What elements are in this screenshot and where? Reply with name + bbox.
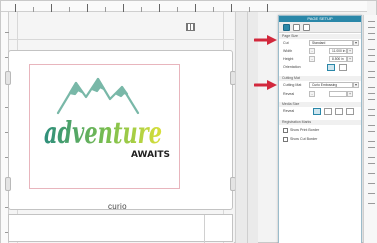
top-ruler bbox=[1, 1, 367, 12]
print-settings-icon[interactable] bbox=[303, 24, 310, 31]
cutting-mat-select[interactable]: Curio Embossing bbox=[309, 82, 353, 88]
guide-line bbox=[9, 39, 234, 40]
section-cutting-mat: Cutting Mat bbox=[279, 76, 361, 81]
section-page-size: Page Size bbox=[279, 34, 361, 39]
page-settings-icon[interactable] bbox=[283, 24, 290, 31]
media-option-icon[interactable] bbox=[313, 108, 321, 115]
show-print-border-checkbox[interactable] bbox=[283, 128, 288, 133]
bottom-mat-area bbox=[8, 214, 233, 243]
chevron-down-icon[interactable]: ▾ bbox=[353, 40, 359, 46]
row-label-cut: Cut bbox=[283, 41, 289, 45]
row-label-height: Height bbox=[283, 57, 294, 61]
row-label-media-reveal: Reveal bbox=[283, 109, 295, 113]
row-label-width: Width bbox=[283, 49, 293, 53]
show-print-border-label: Show Print Border bbox=[290, 128, 320, 132]
mat-tab bbox=[5, 177, 11, 191]
section-registration-marks: Registration Marks bbox=[279, 120, 361, 125]
cut-settings-icon[interactable] bbox=[293, 24, 300, 31]
artwork-main-word: adventure bbox=[44, 116, 162, 151]
decrease-height-button[interactable]: - bbox=[309, 56, 315, 62]
increase-reveal-button[interactable]: + bbox=[347, 91, 353, 97]
media-option-icon[interactable] bbox=[335, 108, 343, 115]
height-input[interactable]: 8.500 in bbox=[329, 56, 347, 62]
show-cut-border-label: Show Cut Border bbox=[290, 137, 318, 141]
chevron-down-icon[interactable]: ▾ bbox=[353, 82, 359, 88]
design-area[interactable]: adventure AWAITS bbox=[29, 64, 180, 189]
canvas-right-gutter bbox=[235, 12, 258, 243]
section-media-size: Media Size bbox=[279, 102, 361, 107]
decrease-width-button[interactable]: - bbox=[309, 48, 315, 54]
mountains-graphic bbox=[56, 77, 140, 115]
decrease-reveal-button[interactable]: - bbox=[309, 91, 315, 97]
media-type-select[interactable]: Standard bbox=[309, 40, 353, 46]
artwork-sub-word: AWAITS bbox=[131, 150, 170, 160]
show-cut-border-checkbox[interactable] bbox=[283, 137, 288, 142]
annotation-arrow-cutting-mat bbox=[254, 80, 277, 90]
adventure-artwork[interactable]: adventure AWAITS bbox=[30, 65, 179, 188]
media-option-icon[interactable] bbox=[324, 108, 332, 115]
reveal-input[interactable] bbox=[329, 91, 347, 97]
annotation-arrow-page-size bbox=[254, 35, 277, 45]
portrait-orientation-icon[interactable] bbox=[327, 64, 335, 71]
media-option-icon[interactable] bbox=[346, 108, 354, 115]
page-setup-panel: PAGE SETUP Page Size Cut Standard ▾ Widt… bbox=[278, 15, 362, 243]
cutting-mat: adventure AWAITS curio bbox=[5, 50, 236, 211]
app-window: adventure AWAITS curio PAGE SETUP Page S… bbox=[0, 0, 377, 243]
increase-width-button[interactable]: + bbox=[347, 48, 353, 54]
panel-toolbar bbox=[279, 22, 361, 33]
width-input[interactable]: 11.000 in bbox=[329, 48, 347, 54]
brand-logo: curio bbox=[108, 202, 127, 211]
cropped-page-text-edge bbox=[363, 15, 377, 243]
landscape-orientation-icon[interactable] bbox=[339, 64, 347, 71]
increase-height-button[interactable]: + bbox=[347, 56, 353, 62]
grid-toggle-icon[interactable] bbox=[186, 23, 195, 31]
row-label-reveal: Reveal bbox=[283, 92, 295, 96]
row-label-cutting-mat: Cutting Mat bbox=[283, 83, 302, 87]
mat-tab bbox=[5, 71, 11, 85]
row-label-orientation: Orientation bbox=[283, 65, 301, 69]
